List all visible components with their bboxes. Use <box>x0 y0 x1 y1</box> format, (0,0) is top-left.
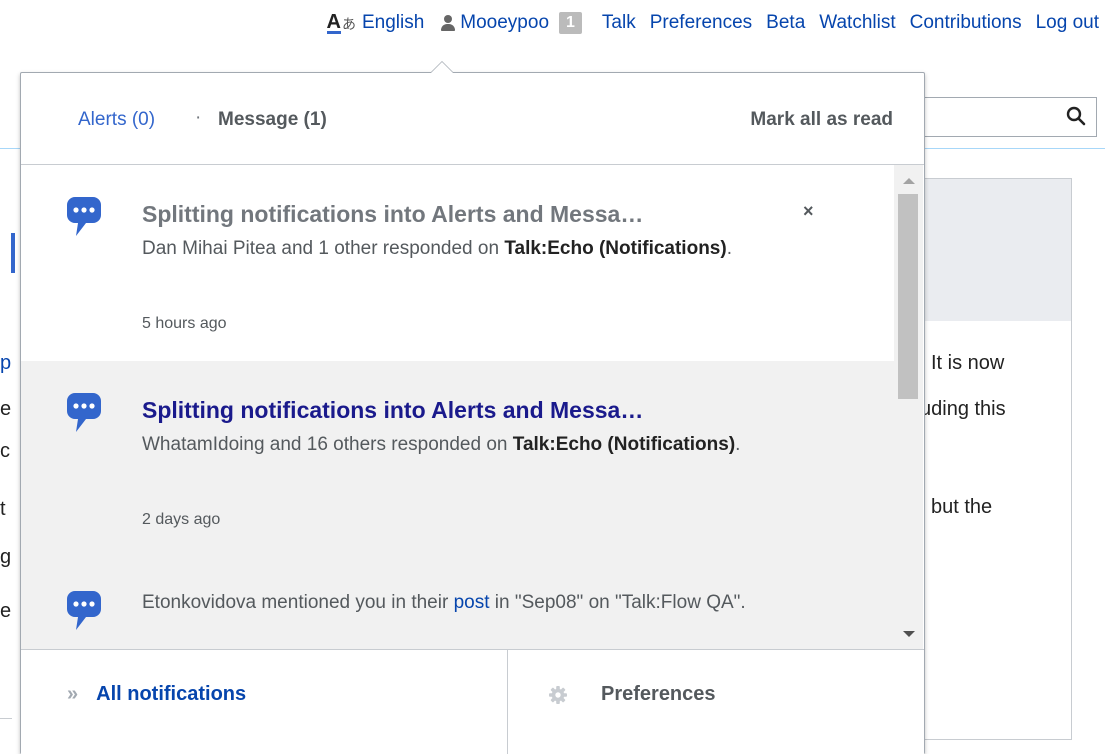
tab-messages[interactable]: Message (1) <box>218 109 327 131</box>
double-chevron-icon: » <box>67 683 78 705</box>
scrollbar[interactable] <box>894 165 923 649</box>
talk-link[interactable]: Talk <box>602 12 636 34</box>
notification-body: WhatamIdoing and 16 others responded on … <box>142 434 741 455</box>
tab-separator: · <box>195 107 202 128</box>
notification-item[interactable]: Splitting notifications into Alerts and … <box>21 361 894 558</box>
preferences-button[interactable]: Preferences <box>549 683 716 706</box>
notification-item[interactable]: Etonkovidova mentioned you in their post… <box>21 557 894 649</box>
all-notifications-link[interactable]: » All notifications <box>67 683 246 706</box>
notification-body: Etonkovidova mentioned you in their post… <box>142 592 746 613</box>
user-icon <box>440 14 456 32</box>
post-link[interactable]: post <box>454 592 490 613</box>
content-fragment: g <box>0 546 12 568</box>
gear-icon <box>549 685 567 704</box>
scroll-down-icon[interactable] <box>903 631 915 637</box>
content-accent-bar <box>11 233 15 273</box>
notification-timestamp: 2 days ago <box>142 511 221 528</box>
content-panel <box>918 178 1072 740</box>
notification-body: Dan Mihai Pitea and 1 other responded on… <box>142 238 732 259</box>
content-fragment: p <box>0 352 12 374</box>
notification-title[interactable]: Splitting notifications into Alerts and … <box>142 201 643 228</box>
notification-item[interactable]: Splitting notifications into Alerts and … <box>21 165 894 362</box>
content-fragment: e <box>0 600 12 622</box>
speech-bubble-icon <box>67 197 101 236</box>
contributions-link[interactable]: Contributions <box>910 12 1022 34</box>
personal-toolbar: A あ English Mooeypoo 1 Talk Preferences … <box>100 6 1105 40</box>
scroll-thumb[interactable] <box>898 194 918 399</box>
search-icon[interactable] <box>1066 106 1086 126</box>
language-icon[interactable]: A あ <box>326 12 356 34</box>
language-link[interactable]: English <box>362 12 424 34</box>
beta-link[interactable]: Beta <box>766 12 805 34</box>
popup-footer: » All notifications Preferences <box>21 649 924 754</box>
content-fragment: t <box>0 498 6 520</box>
content-text: It is now <box>931 352 1005 374</box>
scroll-up-icon[interactable] <box>903 178 915 184</box>
divider <box>0 718 12 719</box>
notification-title[interactable]: Splitting notifications into Alerts and … <box>142 397 643 424</box>
speech-bubble-icon <box>67 393 101 432</box>
logout-link[interactable]: Log out <box>1036 12 1099 34</box>
search-input[interactable] <box>900 97 1097 137</box>
close-icon[interactable]: × <box>803 201 814 222</box>
preferences-link[interactable]: Preferences <box>650 12 752 34</box>
content-text: uding this <box>920 398 1006 420</box>
content-fragment: c <box>0 440 10 462</box>
content-text: but the <box>931 496 993 518</box>
mark-all-read-button[interactable]: Mark all as read <box>750 109 893 131</box>
user-page-link[interactable]: Mooeypoo <box>460 12 549 34</box>
notification-list[interactable]: Splitting notifications into Alerts and … <box>21 165 894 649</box>
notifications-popup: Alerts (0) · Message (1) Mark all as rea… <box>20 61 925 754</box>
watchlist-link[interactable]: Watchlist <box>819 12 895 34</box>
speech-bubble-icon <box>67 591 101 630</box>
notification-badge[interactable]: 1 <box>559 12 582 34</box>
content-fragment: e <box>0 398 12 420</box>
tab-alerts[interactable]: Alerts (0) <box>78 109 155 131</box>
popup-header: Alerts (0) · Message (1) Mark all as rea… <box>21 73 924 165</box>
notification-timestamp: 5 hours ago <box>142 315 227 332</box>
